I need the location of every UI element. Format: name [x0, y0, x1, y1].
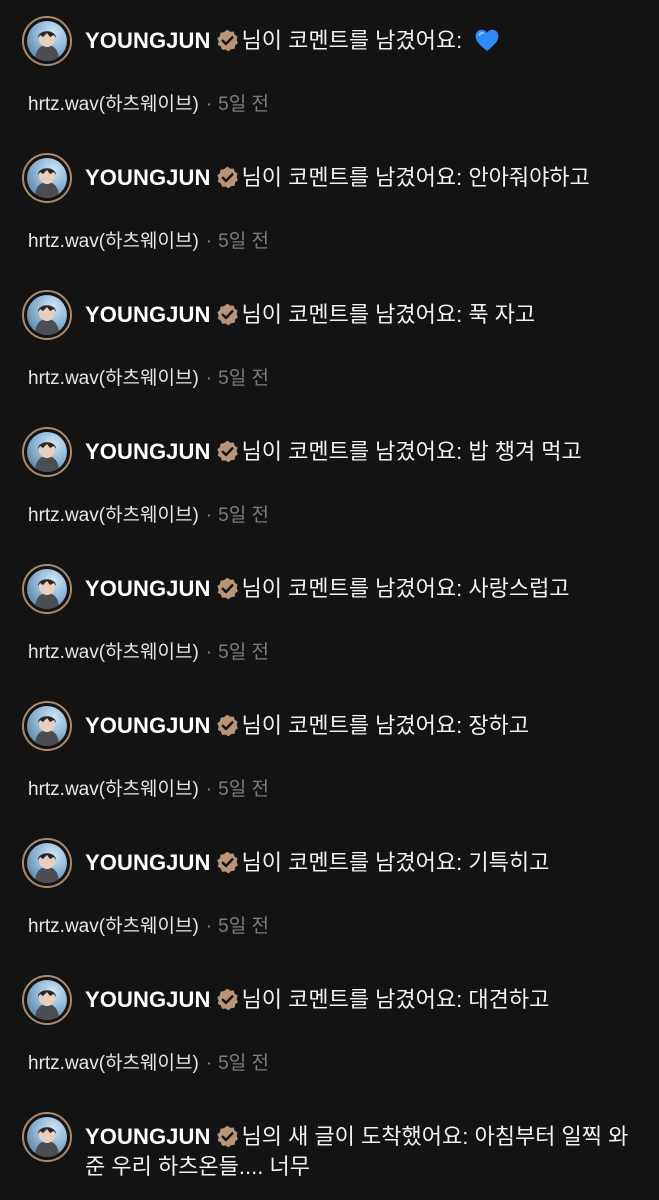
avatar-photo [27, 706, 67, 746]
timestamp: 5일 전 [218, 94, 269, 115]
timestamp: 5일 전 [218, 916, 269, 937]
channel-name: hrtz.wav(하츠웨이브) [28, 505, 199, 526]
avatar-photo [27, 569, 67, 609]
separator-dot: · [205, 916, 213, 937]
verified-badge-icon [216, 29, 238, 52]
username[interactable]: YOUNGJUN [85, 713, 211, 738]
notification-text: YOUNGJUN 님이 코멘트를 남겼어요: 기특히고 [85, 848, 645, 878]
notification-text: YOUNGJUN 님이 코멘트를 남겼어요: [85, 26, 645, 56]
verified-badge-icon [216, 1125, 238, 1148]
notification-text: YOUNGJUN 님이 코멘트를 남겼어요: 안아줘야하고 [85, 163, 645, 193]
username[interactable]: YOUNGJUN [85, 165, 211, 190]
avatar-photo [27, 843, 67, 883]
verified-badge-icon [216, 714, 238, 737]
timestamp: 5일 전 [218, 642, 269, 663]
channel-name: hrtz.wav(하츠웨이브) [28, 231, 199, 252]
separator-dot: · [205, 1053, 213, 1074]
timestamp: 5일 전 [218, 368, 269, 389]
notification-text: YOUNGJUN 님의 새 글이 도착했어요: 아침부터 일찍 와준 우리 하츠온… [85, 1122, 630, 1182]
username[interactable]: YOUNGJUN [85, 576, 211, 601]
blue-heart-icon [475, 29, 499, 51]
notification-meta: hrtz.wav(하츠웨이브) · 5일 전 [28, 1052, 269, 1076]
avatar-photo [27, 158, 67, 198]
verified-badge-icon [216, 303, 238, 326]
verified-badge-icon [216, 988, 238, 1011]
avatar[interactable] [22, 1112, 72, 1162]
avatar-photo [27, 1117, 67, 1157]
separator-dot: · [205, 231, 213, 252]
notification-text: YOUNGJUN 님이 코멘트를 남겼어요: 장하고 [85, 711, 645, 741]
avatar[interactable] [22, 153, 72, 203]
notification-message: 님이 코멘트를 남겼어요: 대견하고 [241, 987, 550, 1012]
notification-message: 님이 코멘트를 남겼어요: 밥 챙겨 먹고 [241, 439, 582, 464]
username[interactable]: YOUNGJUN [85, 850, 211, 875]
notification-meta: hrtz.wav(하츠웨이브) · 5일 전 [28, 504, 269, 528]
notification-text: YOUNGJUN 님이 코멘트를 남겼어요: 사랑스럽고 [85, 574, 645, 604]
notification-message: 님이 코멘트를 남겼어요: 푹 자고 [241, 302, 536, 327]
notification-meta: hrtz.wav(하츠웨이브) · 5일 전 [28, 778, 269, 802]
separator-dot: · [205, 642, 213, 663]
notification-message: 님이 코멘트를 남겼어요: 사랑스럽고 [241, 576, 570, 601]
avatar-photo [27, 980, 67, 1020]
timestamp: 5일 전 [218, 231, 269, 252]
channel-name: hrtz.wav(하츠웨이브) [28, 916, 199, 937]
notification-meta: hrtz.wav(하츠웨이브) · 5일 전 [28, 367, 269, 391]
avatar-photo [27, 432, 67, 472]
separator-dot: · [205, 505, 213, 526]
avatar[interactable] [22, 564, 72, 614]
verified-badge-icon [216, 440, 238, 463]
notification-message: 님이 코멘트를 남겼어요: 기특히고 [241, 850, 550, 875]
notification-text: YOUNGJUN 님이 코멘트를 남겼어요: 밥 챙겨 먹고 [85, 437, 645, 467]
separator-dot: · [205, 94, 213, 115]
notification-message: 님이 코멘트를 남겼어요: 안아줘야하고 [241, 165, 590, 190]
verified-badge-icon [216, 577, 238, 600]
channel-name: hrtz.wav(하츠웨이브) [28, 779, 199, 800]
notification-message: 님이 코멘트를 남겼어요: [241, 28, 469, 53]
username[interactable]: YOUNGJUN [85, 439, 211, 464]
avatar[interactable] [22, 290, 72, 340]
username[interactable]: YOUNGJUN [85, 1124, 211, 1149]
avatar-photo [27, 21, 67, 61]
notification-feed: YOUNGJUN 님이 코멘트를 남겼어요: hrtz.wav(하츠웨이브) · 5일… [0, 0, 659, 1200]
notification-meta: hrtz.wav(하츠웨이브) · 5일 전 [28, 230, 269, 254]
avatar[interactable] [22, 975, 72, 1025]
avatar-photo [27, 295, 67, 335]
verified-badge-icon [216, 166, 238, 189]
username[interactable]: YOUNGJUN [85, 302, 211, 327]
username[interactable]: YOUNGJUN [85, 28, 211, 53]
timestamp: 5일 전 [218, 1053, 269, 1074]
channel-name: hrtz.wav(하츠웨이브) [28, 94, 199, 115]
avatar[interactable] [22, 427, 72, 477]
verified-badge-icon [216, 851, 238, 874]
notification-text: YOUNGJUN 님이 코멘트를 남겼어요: 대견하고 [85, 985, 645, 1015]
channel-name: hrtz.wav(하츠웨이브) [28, 1053, 199, 1074]
channel-name: hrtz.wav(하츠웨이브) [28, 642, 199, 663]
avatar[interactable] [22, 838, 72, 888]
username[interactable]: YOUNGJUN [85, 987, 211, 1012]
separator-dot: · [205, 779, 213, 800]
notification-text: YOUNGJUN 님이 코멘트를 남겼어요: 푹 자고 [85, 300, 645, 330]
avatar[interactable] [22, 701, 72, 751]
notification-meta: hrtz.wav(하츠웨이브) · 5일 전 [28, 93, 269, 117]
notification-meta: hrtz.wav(하츠웨이브) · 5일 전 [28, 641, 269, 665]
avatar[interactable] [22, 16, 72, 66]
notification-meta: hrtz.wav(하츠웨이브) · 5일 전 [28, 915, 269, 939]
channel-name: hrtz.wav(하츠웨이브) [28, 368, 199, 389]
separator-dot: · [205, 368, 213, 389]
notification-message: 님이 코멘트를 남겼어요: 장하고 [241, 713, 530, 738]
timestamp: 5일 전 [218, 505, 269, 526]
timestamp: 5일 전 [218, 779, 269, 800]
